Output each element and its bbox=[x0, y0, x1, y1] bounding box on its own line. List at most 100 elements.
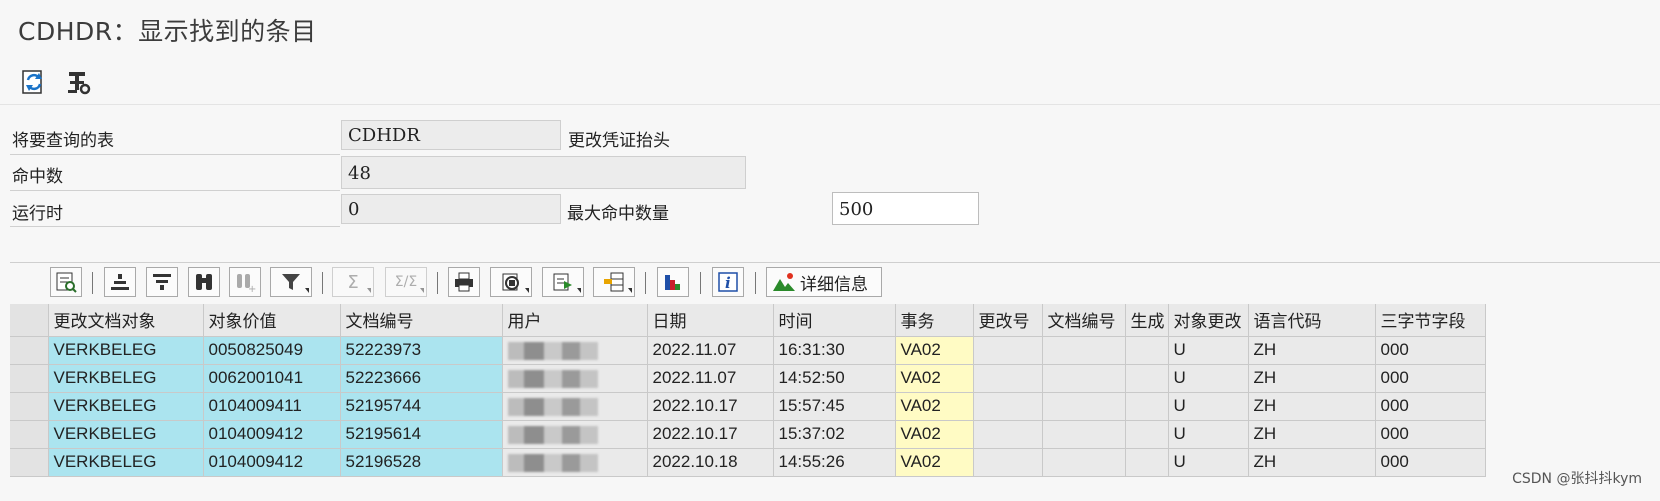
cell-transaction[interactable]: VA02 bbox=[895, 336, 974, 365]
cell-doc-number-2[interactable] bbox=[1042, 448, 1126, 477]
column-header[interactable]: 生成 bbox=[1125, 304, 1169, 337]
column-header[interactable]: 语言代码 bbox=[1248, 304, 1376, 337]
cell-doc-number[interactable]: 52195744 bbox=[340, 392, 503, 421]
cell-change-flag[interactable]: U bbox=[1168, 392, 1249, 421]
column-header[interactable]: 更改号 bbox=[973, 304, 1043, 337]
cell-time[interactable]: 14:52:50 bbox=[773, 364, 896, 393]
sum-icon[interactable]: Σ bbox=[332, 267, 374, 297]
cell-date[interactable]: 2022.10.18 bbox=[647, 448, 774, 477]
cell-object-class[interactable]: VERKBELEG bbox=[48, 420, 204, 449]
cell-language[interactable]: ZH bbox=[1248, 392, 1376, 421]
cell-doc-number-2[interactable] bbox=[1042, 364, 1126, 393]
column-header[interactable]: 三字节字段 bbox=[1375, 304, 1486, 337]
column-header[interactable]: 文档编号 bbox=[340, 304, 503, 337]
table-row[interactable]: VERKBELEG 0050825049 52223973 2022.11.07… bbox=[10, 336, 1486, 365]
row-selector[interactable] bbox=[10, 392, 49, 421]
cell-date[interactable]: 2022.10.17 bbox=[647, 420, 774, 449]
cell-object-class[interactable]: VERKBELEG bbox=[48, 392, 204, 421]
cell-transaction[interactable]: VA02 bbox=[895, 364, 974, 393]
filter-icon[interactable] bbox=[270, 267, 312, 297]
export-icon[interactable] bbox=[542, 267, 584, 297]
cell-date[interactable]: 2022.11.07 bbox=[647, 336, 774, 365]
column-header[interactable]: 更改文档对象 bbox=[48, 304, 204, 337]
cell-user[interactable] bbox=[502, 336, 648, 365]
cell-doc-number[interactable]: 52195614 bbox=[340, 420, 503, 449]
column-header[interactable]: 日期 bbox=[647, 304, 774, 337]
column-header[interactable]: 事务 bbox=[895, 304, 974, 337]
row-selector[interactable] bbox=[10, 336, 49, 365]
graphic-icon[interactable] bbox=[657, 267, 689, 297]
cell-generated[interactable] bbox=[1125, 392, 1169, 421]
cell-generated[interactable] bbox=[1125, 420, 1169, 449]
cell-change-number[interactable] bbox=[973, 336, 1043, 365]
cell-three-byte[interactable]: 000 bbox=[1375, 420, 1486, 449]
subtotal-icon[interactable]: Σ/Σ bbox=[385, 267, 427, 297]
cell-change-number[interactable] bbox=[973, 364, 1043, 393]
cell-doc-number-2[interactable] bbox=[1042, 336, 1126, 365]
cell-three-byte[interactable]: 000 bbox=[1375, 392, 1486, 421]
cell-language[interactable]: ZH bbox=[1248, 364, 1376, 393]
cell-language[interactable]: ZH bbox=[1248, 336, 1376, 365]
find-next-icon[interactable]: + bbox=[229, 267, 261, 297]
info-icon[interactable]: i bbox=[712, 267, 744, 297]
views-icon[interactable] bbox=[490, 267, 532, 297]
cell-date[interactable]: 2022.11.07 bbox=[647, 364, 774, 393]
cell-user[interactable] bbox=[502, 364, 648, 393]
cell-three-byte[interactable]: 000 bbox=[1375, 448, 1486, 477]
cell-transaction[interactable]: VA02 bbox=[895, 448, 974, 477]
cell-object-value[interactable]: 0104009411 bbox=[203, 392, 341, 421]
table-row[interactable]: VERKBELEG 0104009411 52195744 2022.10.17… bbox=[10, 392, 1486, 421]
details-button[interactable]: 详细信息 bbox=[766, 267, 882, 297]
cell-time[interactable]: 16:31:30 bbox=[773, 336, 896, 365]
cell-user[interactable] bbox=[502, 448, 648, 477]
table-row[interactable]: VERKBELEG 0104009412 52196528 2022.10.18… bbox=[10, 448, 1486, 477]
cell-user[interactable] bbox=[502, 392, 648, 421]
cell-doc-number[interactable]: 52223973 bbox=[340, 336, 503, 365]
cell-transaction[interactable]: VA02 bbox=[895, 392, 974, 421]
cell-object-class[interactable]: VERKBELEG bbox=[48, 448, 204, 477]
cell-object-class[interactable]: VERKBELEG bbox=[48, 364, 204, 393]
column-header[interactable]: 时间 bbox=[773, 304, 896, 337]
cell-object-value[interactable]: 0104009412 bbox=[203, 420, 341, 449]
cell-time[interactable]: 15:57:45 bbox=[773, 392, 896, 421]
cell-doc-number[interactable]: 52196528 bbox=[340, 448, 503, 477]
sort-descending-icon[interactable] bbox=[146, 267, 178, 297]
cell-doc-number[interactable]: 52223666 bbox=[340, 364, 503, 393]
find-icon[interactable] bbox=[188, 267, 220, 297]
cell-doc-number-2[interactable] bbox=[1042, 392, 1126, 421]
check-details-icon[interactable] bbox=[50, 267, 82, 297]
column-header[interactable]: 对象价值 bbox=[203, 304, 341, 337]
cell-three-byte[interactable]: 000 bbox=[1375, 364, 1486, 393]
print-icon[interactable] bbox=[448, 267, 480, 297]
cell-generated[interactable] bbox=[1125, 364, 1169, 393]
settings-icon[interactable] bbox=[62, 66, 94, 98]
cell-language[interactable]: ZH bbox=[1248, 448, 1376, 477]
cell-change-number[interactable] bbox=[973, 420, 1043, 449]
cell-time[interactable]: 14:55:26 bbox=[773, 448, 896, 477]
cell-object-class[interactable]: VERKBELEG bbox=[48, 336, 204, 365]
cell-transaction[interactable]: VA02 bbox=[895, 420, 974, 449]
row-selector[interactable] bbox=[10, 420, 49, 449]
row-selector-header[interactable] bbox=[10, 304, 49, 337]
refresh-icon[interactable] bbox=[18, 66, 50, 98]
row-selector[interactable] bbox=[10, 364, 49, 393]
max-hits-input[interactable]: 500 bbox=[832, 192, 979, 225]
column-header[interactable]: 对象更改 bbox=[1168, 304, 1249, 337]
layout-icon[interactable] bbox=[593, 267, 635, 297]
cell-change-number[interactable] bbox=[973, 448, 1043, 477]
cell-change-number[interactable] bbox=[973, 392, 1043, 421]
cell-change-flag[interactable]: U bbox=[1168, 364, 1249, 393]
cell-object-value[interactable]: 0104009412 bbox=[203, 448, 341, 477]
cell-generated[interactable] bbox=[1125, 336, 1169, 365]
cell-three-byte[interactable]: 000 bbox=[1375, 336, 1486, 365]
table-row[interactable]: VERKBELEG 0062001041 52223666 2022.11.07… bbox=[10, 364, 1486, 393]
cell-time[interactable]: 15:37:02 bbox=[773, 420, 896, 449]
cell-change-flag[interactable]: U bbox=[1168, 420, 1249, 449]
cell-date[interactable]: 2022.10.17 bbox=[647, 392, 774, 421]
cell-generated[interactable] bbox=[1125, 448, 1169, 477]
cell-doc-number-2[interactable] bbox=[1042, 420, 1126, 449]
column-header[interactable]: 用户 bbox=[502, 304, 648, 337]
cell-language[interactable]: ZH bbox=[1248, 420, 1376, 449]
cell-object-value[interactable]: 0062001041 bbox=[203, 364, 341, 393]
cell-change-flag[interactable]: U bbox=[1168, 448, 1249, 477]
